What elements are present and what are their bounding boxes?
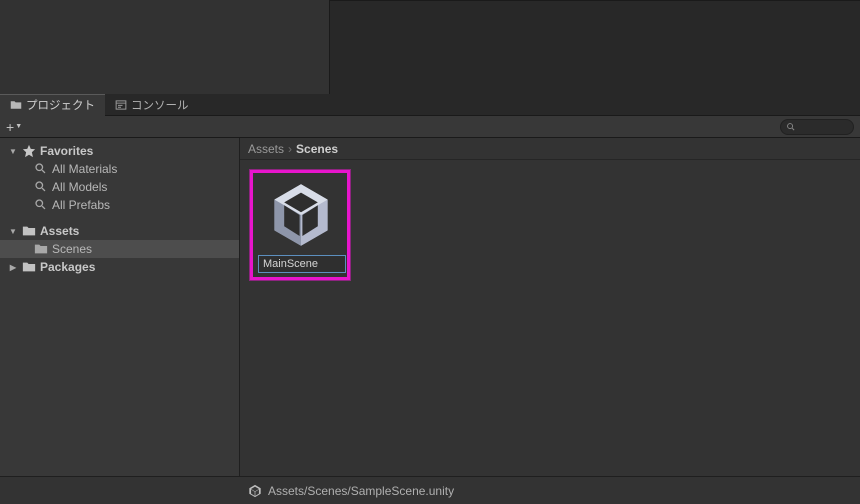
project-toolbar: +▼ (0, 116, 860, 138)
star-icon (22, 144, 36, 158)
folder-icon (22, 224, 36, 238)
folder-icon (22, 260, 36, 274)
status-bar: Assets/Scenes/SampleScene.unity (0, 476, 860, 504)
breadcrumb-current[interactable]: Scenes (296, 142, 338, 156)
breadcrumb-root[interactable]: Assets (248, 142, 284, 156)
chevron-down-icon: ▼ (15, 123, 22, 130)
tab-project[interactable]: プロジェクト (0, 94, 105, 116)
asset-scene-item[interactable] (250, 170, 350, 280)
tab-console[interactable]: コンソール (105, 94, 199, 116)
rename-field[interactable] (263, 258, 341, 270)
panel-tab-bar: プロジェクト コンソール (0, 94, 860, 116)
upper-panels (0, 0, 860, 94)
search-icon (34, 162, 48, 176)
tree-assets[interactable]: ▼ Assets (0, 222, 239, 240)
tab-label: コンソール (131, 97, 189, 113)
unity-scene-icon (258, 179, 344, 251)
upper-left-panel (0, 0, 330, 94)
search-icon (34, 198, 48, 212)
search-icon (786, 122, 796, 132)
tree-label: All Materials (52, 162, 117, 176)
project-tree: ▼ Favorites All Materials All Models All… (0, 138, 240, 476)
asset-rename-input[interactable] (258, 255, 346, 273)
tree-favorites[interactable]: ▼ Favorites (0, 142, 239, 160)
chevron-right-icon: ▶ (8, 263, 18, 272)
breadcrumb: Assets › Scenes (240, 138, 860, 160)
tree-label: Packages (40, 260, 95, 274)
folder-icon (34, 242, 48, 256)
tree-label: All Prefabs (52, 198, 110, 212)
tree-fav-item[interactable]: All Materials (0, 160, 239, 178)
tab-label: プロジェクト (26, 97, 95, 113)
chevron-right-icon: › (288, 142, 292, 156)
tree-fav-item[interactable]: All Prefabs (0, 196, 239, 214)
asset-grid[interactable] (240, 160, 860, 476)
tree-folder-scenes[interactable]: Scenes (0, 240, 239, 258)
project-content: Assets › Scenes (240, 138, 860, 476)
create-menu-button[interactable]: +▼ (6, 119, 22, 135)
console-icon (115, 99, 127, 111)
folder-icon (10, 99, 22, 111)
chevron-down-icon: ▼ (8, 147, 18, 156)
tree-fav-item[interactable]: All Models (0, 178, 239, 196)
search-icon (34, 180, 48, 194)
tree-label: Favorites (40, 144, 93, 158)
unity-icon (248, 484, 262, 498)
tree-label: Assets (40, 224, 79, 238)
upper-right-panel (330, 0, 860, 94)
plus-icon: + (6, 119, 14, 135)
status-path: Assets/Scenes/SampleScene.unity (268, 484, 454, 498)
search-input[interactable] (780, 119, 854, 135)
tree-packages[interactable]: ▶ Packages (0, 258, 239, 276)
chevron-down-icon: ▼ (8, 227, 18, 236)
tree-label: Scenes (52, 242, 92, 256)
tree-label: All Models (52, 180, 107, 194)
